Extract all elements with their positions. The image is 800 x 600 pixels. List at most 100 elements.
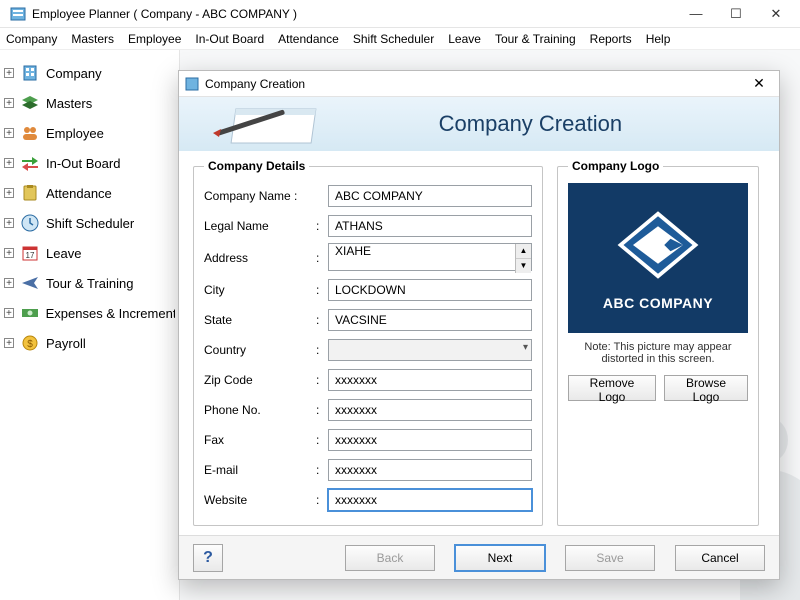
sidebar-item-company[interactable]: + Company (4, 58, 175, 88)
expand-icon[interactable]: + (4, 98, 14, 108)
help-button[interactable]: ? (193, 544, 223, 572)
remove-logo-button[interactable]: Remove Logo (568, 375, 656, 401)
app-icon (10, 6, 26, 22)
sidebar-item-label: Masters (46, 96, 92, 111)
sidebar-item-expenses[interactable]: + Expenses & Increment (4, 298, 175, 328)
input-company-name[interactable] (328, 185, 532, 207)
window-title: Employee Planner ( Company - ABC COMPANY… (32, 7, 676, 21)
input-phone[interactable] (328, 399, 532, 421)
input-email[interactable] (328, 459, 532, 481)
sidebar-item-shift-scheduler[interactable]: + Shift Scheduler (4, 208, 175, 238)
label-country: Country (204, 343, 316, 357)
expand-icon[interactable]: + (4, 278, 14, 288)
expand-icon[interactable]: + (4, 338, 14, 348)
label-address: Address (204, 251, 316, 265)
input-website[interactable] (328, 489, 532, 511)
sidebar-item-label: Leave (46, 246, 81, 261)
sidebar-item-label: Tour & Training (46, 276, 133, 291)
label-legal-name: Legal Name (204, 219, 316, 233)
expand-icon[interactable]: + (4, 308, 14, 318)
sidebar-item-label: Employee (46, 126, 104, 141)
menu-in-out-board[interactable]: In-Out Board (195, 32, 264, 46)
maximize-button[interactable]: ☐ (716, 2, 756, 26)
dialog-close-button[interactable]: ✕ (745, 75, 773, 92)
sidebar-item-label: Expenses & Increment (46, 306, 175, 321)
address-scroll-down-icon[interactable]: ▼ (516, 258, 531, 273)
chevron-down-icon[interactable]: ▾ (523, 342, 528, 353)
menu-help[interactable]: Help (646, 32, 671, 46)
menu-reports[interactable]: Reports (590, 32, 632, 46)
label-city: City (204, 283, 316, 297)
expand-icon[interactable]: + (4, 218, 14, 228)
svg-text:17: 17 (26, 251, 35, 260)
expand-icon[interactable]: + (4, 248, 14, 258)
notepad-pen-icon (187, 101, 327, 147)
save-button: Save (565, 545, 655, 571)
minimize-button[interactable]: — (676, 2, 716, 26)
close-button[interactable]: ✕ (756, 2, 796, 26)
sidebar-item-attendance[interactable]: + Attendance (4, 178, 175, 208)
sidebar-item-employee[interactable]: + Employee (4, 118, 175, 148)
window-controls: — ☐ ✕ (676, 2, 796, 26)
input-city[interactable] (328, 279, 532, 301)
input-zip[interactable] (328, 369, 532, 391)
dialog-titlebar: Company Creation ✕ (179, 71, 779, 97)
dialog-heading: Company Creation (439, 111, 622, 137)
company-logo-fieldset: Company Logo ABC COMPANY Note: This pict… (557, 159, 759, 526)
expand-icon[interactable]: + (4, 128, 14, 138)
sidebar-item-tour-training[interactable]: + Tour & Training (4, 268, 175, 298)
expand-icon[interactable]: + (4, 158, 14, 168)
dialog-banner: Company Creation (179, 97, 779, 151)
company-details-fieldset: Company Details Company Name : Legal Nam… (193, 159, 543, 526)
input-address[interactable]: XIAHE (328, 243, 532, 271)
logo-preview: ABC COMPANY (568, 183, 748, 333)
next-button[interactable]: Next (455, 545, 545, 571)
sidebar-item-label: Attendance (46, 186, 112, 201)
company-logo-icon (608, 205, 708, 285)
sidebar-item-label: Shift Scheduler (46, 216, 134, 231)
sidebar-item-label: In-Out Board (46, 156, 120, 171)
input-fax[interactable] (328, 429, 532, 451)
menu-tour-training[interactable]: Tour & Training (495, 32, 576, 46)
details-legend: Company Details (204, 159, 309, 173)
clock-icon (18, 213, 42, 233)
menu-leave[interactable]: Leave (448, 32, 481, 46)
sidebar-item-payroll[interactable]: + $ Payroll (4, 328, 175, 358)
building-icon (18, 63, 42, 83)
label-zip: Zip Code (204, 373, 316, 387)
cancel-button[interactable]: Cancel (675, 545, 765, 571)
svg-text:$: $ (27, 339, 33, 350)
plane-icon (18, 273, 42, 293)
menubar: Company Masters Employee In-Out Board At… (0, 28, 800, 50)
logo-note: Note: This picture may appear distorted … (568, 341, 748, 365)
menu-shift-scheduler[interactable]: Shift Scheduler (353, 32, 434, 46)
menu-company[interactable]: Company (6, 32, 57, 46)
label-state: State (204, 313, 316, 327)
sidebar-item-masters[interactable]: + Masters (4, 88, 175, 118)
label-fax: Fax (204, 433, 316, 447)
address-scroll-up-icon[interactable]: ▲ (516, 244, 531, 258)
input-state[interactable] (328, 309, 532, 331)
sidebar-item-label: Payroll (46, 336, 86, 351)
expand-icon[interactable]: + (4, 68, 14, 78)
select-country[interactable] (328, 339, 532, 361)
sidebar-item-in-out-board[interactable]: + In-Out Board (4, 148, 175, 178)
menu-attendance[interactable]: Attendance (278, 32, 339, 46)
sidebar: + Company + Masters + Employee + In-Out … (0, 50, 180, 600)
expand-icon[interactable]: + (4, 188, 14, 198)
input-legal-name[interactable] (328, 215, 532, 237)
money-icon (18, 303, 42, 323)
company-creation-dialog: Company Creation ✕ Company Creation Comp… (178, 70, 780, 580)
dialog-icon (185, 77, 199, 91)
sidebar-item-leave[interactable]: + 17 Leave (4, 238, 175, 268)
label-email: E-mail (204, 463, 316, 477)
browse-logo-button[interactable]: Browse Logo (664, 375, 748, 401)
sidebar-item-label: Company (46, 66, 102, 81)
menu-masters[interactable]: Masters (71, 32, 114, 46)
arrows-icon (18, 153, 42, 173)
coin-icon: $ (18, 333, 42, 353)
label-company-name: Company Name : (204, 189, 316, 203)
clipboard-icon (18, 183, 42, 203)
menu-employee[interactable]: Employee (128, 32, 181, 46)
main-titlebar: Employee Planner ( Company - ABC COMPANY… (0, 0, 800, 28)
